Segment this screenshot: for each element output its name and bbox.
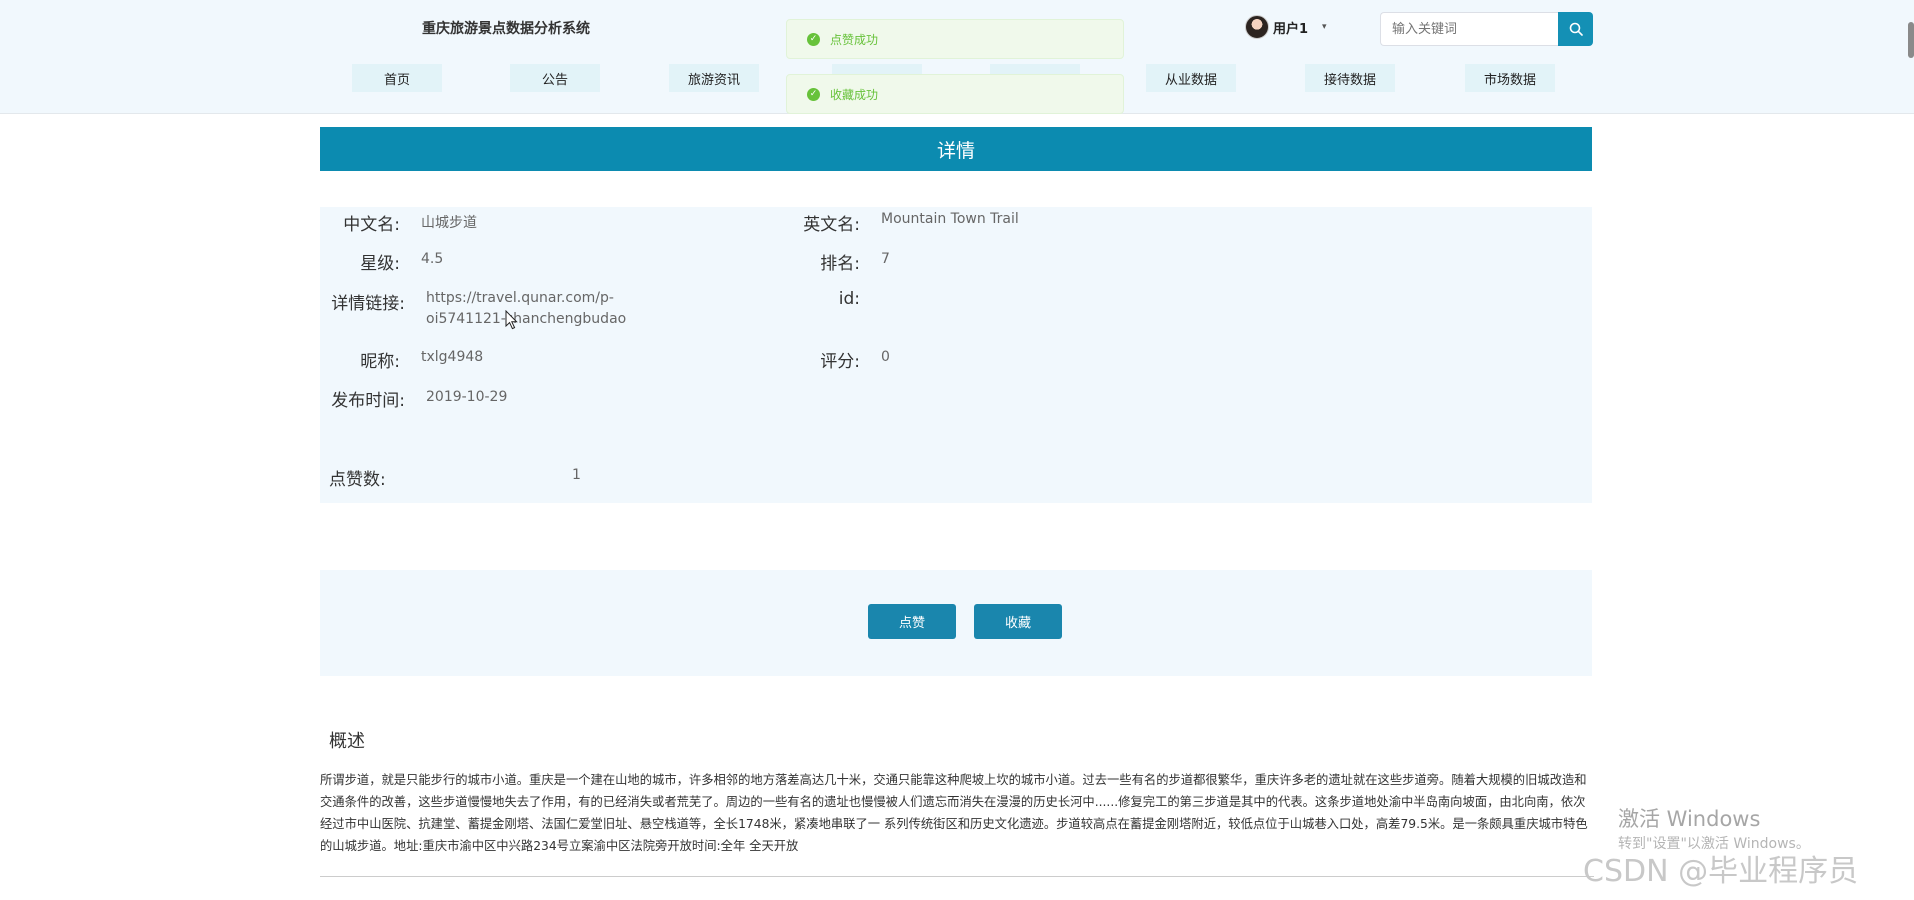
scrollbar-thumb[interactable] bbox=[1908, 22, 1914, 58]
id-label: id: bbox=[838, 289, 860, 309]
toast-text: 点赞成功 bbox=[830, 32, 879, 47]
favorite-button[interactable]: 收藏 bbox=[974, 604, 1062, 639]
summary-text: 所谓步道，就是只能步行的城市小道。重庆是一个建在山地的城市，许多相邻的地方落差高… bbox=[320, 773, 1588, 853]
detail-title-bar: 详情 bbox=[320, 127, 1592, 171]
check-circle-icon: ✓ bbox=[807, 87, 820, 101]
publish-time-value: 2019-10-29 bbox=[426, 389, 508, 405]
search-box bbox=[1380, 12, 1593, 46]
detail-info-panel: 中文名: 山城步道 英文名: Mountain Town Trail 星级: 4… bbox=[320, 207, 1592, 503]
user-name[interactable]: 用户1 bbox=[1273, 18, 1308, 37]
en-name-value: Mountain Town Trail bbox=[881, 211, 1019, 227]
stars-label: 星级: bbox=[360, 254, 400, 274]
like-button[interactable]: 点赞 bbox=[868, 604, 956, 639]
score-label: 评分: bbox=[820, 352, 860, 372]
nav-item-reception-data[interactable]: 接待数据 bbox=[1305, 64, 1395, 92]
link-label: 详情链接: bbox=[331, 294, 405, 314]
rank-value: 7 bbox=[881, 251, 890, 267]
en-name-label: 英文名: bbox=[803, 215, 860, 235]
action-panel: 点赞 收藏 bbox=[320, 570, 1592, 676]
cn-name-label: 中文名: bbox=[343, 215, 400, 235]
rank-label: 排名: bbox=[820, 254, 860, 274]
nav-item-travel-news[interactable]: 旅游资讯 bbox=[669, 64, 759, 92]
windows-activation-watermark: 激活 Windows bbox=[1618, 807, 1761, 831]
nickname-label: 昵称: bbox=[360, 352, 400, 372]
link-value-line1[interactable]: https://travel.qunar.com/p- bbox=[426, 290, 614, 306]
nav-item-market-data[interactable]: 市场数据 bbox=[1465, 64, 1555, 92]
stars-value: 4.5 bbox=[421, 251, 444, 267]
user-menu[interactable]: 用户1 ▾ bbox=[1245, 15, 1327, 39]
cn-name-value: 山城步道 bbox=[421, 215, 477, 231]
summary-title: 概述 bbox=[329, 731, 365, 752]
toast-text: 收藏成功 bbox=[830, 87, 879, 102]
mouse-pointer-icon bbox=[505, 310, 518, 330]
likes-value: 1 bbox=[572, 467, 581, 483]
toast-favorite-success: ✓ 收藏成功 bbox=[786, 74, 1124, 114]
publish-time-label: 发布时间: bbox=[331, 391, 405, 411]
search-icon bbox=[1569, 22, 1583, 36]
search-input[interactable] bbox=[1380, 12, 1558, 46]
score-value: 0 bbox=[881, 349, 890, 365]
likes-label: 点赞数: bbox=[329, 470, 386, 490]
page-title: 详情 bbox=[936, 139, 975, 162]
link-value-line2[interactable]: oi5741121-shanchengbudao bbox=[426, 311, 626, 327]
site-title[interactable]: 重庆旅游景点数据分析系统 bbox=[422, 18, 590, 38]
search-button[interactable] bbox=[1558, 12, 1593, 46]
divider bbox=[320, 876, 1594, 877]
nav-item-employment-data[interactable]: 从业数据 bbox=[1146, 64, 1236, 92]
toast-like-success: ✓ 点赞成功 bbox=[786, 19, 1124, 59]
nickname-value: txlg4948 bbox=[421, 349, 484, 365]
chevron-down-icon[interactable]: ▾ bbox=[1322, 22, 1327, 32]
nav-item-notice[interactable]: 公告 bbox=[510, 64, 600, 92]
check-circle-icon: ✓ bbox=[807, 32, 820, 46]
nav-item-home[interactable]: 首页 bbox=[352, 64, 442, 92]
csdn-watermark: CSDN @毕业程序员 bbox=[1583, 854, 1859, 889]
avatar[interactable] bbox=[1245, 15, 1269, 39]
